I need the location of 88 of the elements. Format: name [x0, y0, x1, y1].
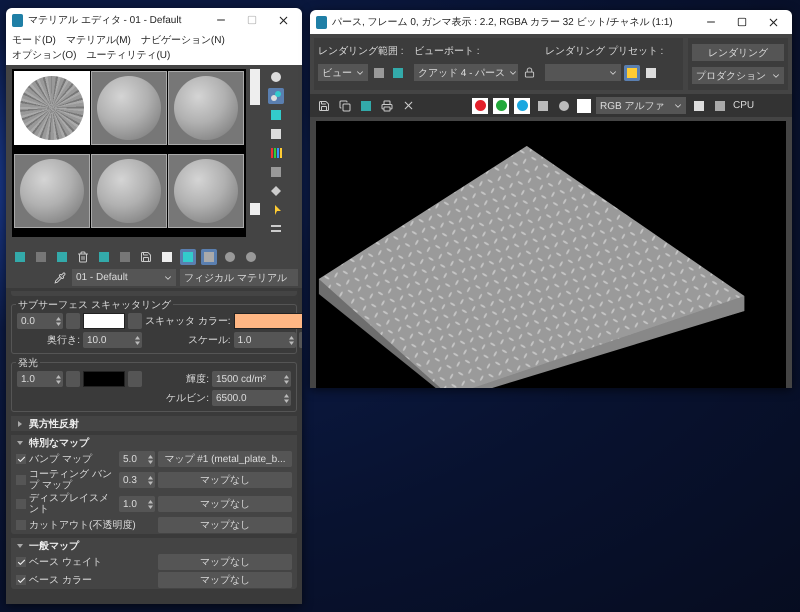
rollout-header[interactable]: 異方性反射: [11, 416, 297, 431]
map-label: コーティング バンプ マップ: [29, 469, 113, 491]
menu-item[interactable]: オプション(O): [12, 48, 76, 62]
amount-spinner[interactable]: 1.0: [119, 496, 155, 512]
field-label: ケルビン:: [165, 392, 209, 405]
map-label: ベース カラー: [29, 574, 93, 586]
depth-spinner[interactable]: 10.0: [83, 332, 142, 348]
copy-icon[interactable]: [337, 98, 353, 114]
color-swatch[interactable]: [83, 313, 125, 329]
save-icon[interactable]: [138, 249, 154, 265]
scroll-handle[interactable]: [250, 203, 260, 215]
material-slot[interactable]: [168, 71, 244, 145]
rollout-header[interactable]: 一般マップ: [11, 538, 297, 553]
field-label: 奥行き:: [46, 334, 80, 347]
color-swatch[interactable]: [234, 313, 302, 329]
viewport-dropdown[interactable]: クアッド 4 - パース: [414, 64, 518, 81]
window-title: マテリアル エディタ - 01 - Default: [28, 14, 182, 27]
menu-item[interactable]: ナビゲーション(N): [140, 33, 225, 47]
spinner-arrows-icon: [148, 476, 153, 484]
field-label: 輝度:: [185, 372, 209, 386]
color-swatch[interactable]: [83, 371, 125, 387]
material-slot[interactable]: [91, 154, 167, 228]
maximize-icon: [247, 15, 257, 25]
app-icon: [316, 16, 327, 28]
scroll-thumb[interactable]: [250, 69, 260, 105]
amount-spinner[interactable]: 1.0: [17, 371, 63, 387]
delete-icon[interactable]: [75, 249, 91, 265]
maximize-icon: [737, 17, 747, 27]
field-label: レンダリング範囲 :: [318, 45, 405, 58]
spinner-arrows-icon: [135, 336, 140, 344]
rollout-header[interactable]: 特別なマップ: [11, 435, 297, 450]
map-button[interactable]: マップなし: [158, 572, 292, 588]
render-button[interactable]: レンダリング: [692, 44, 784, 61]
checkbox[interactable]: [16, 575, 26, 585]
close-icon: [276, 14, 290, 26]
material-slot[interactable]: [168, 154, 244, 228]
square-icon[interactable]: [268, 126, 284, 142]
map-label: ディスプレイスメント: [29, 493, 110, 515]
field-label: レンダリング プリセット :: [545, 44, 664, 58]
render-mode-dropdown[interactable]: プロダクション: [692, 67, 784, 84]
field-label: スケール:: [186, 334, 231, 347]
amount-spinner[interactable]: 0.3: [119, 472, 155, 488]
display-channel-dropdown[interactable]: RGB アルファ: [596, 97, 686, 114]
spinner-arrows-icon: [148, 500, 153, 508]
close-icon: [766, 16, 780, 28]
map-button[interactable]: マップ #1 (metal_plate_b...: [158, 451, 292, 467]
color-swatch[interactable]: [577, 98, 591, 112]
map-button[interactable]: マップなし: [158, 517, 292, 533]
menu-item[interactable]: マテリアル(M): [66, 33, 131, 47]
luminance-spinner[interactable]: 1500 cd/m²: [212, 371, 291, 387]
menu-item[interactable]: モード(D): [12, 33, 56, 47]
material-type-button[interactable]: フィジカル マテリアル: [180, 269, 298, 286]
map-label: ベース ウェイト: [29, 556, 103, 568]
kelvin-spinner[interactable]: 6500.0: [212, 390, 291, 406]
spinner-arrows-icon: [56, 374, 61, 384]
spinner-arrows-icon: [284, 374, 289, 384]
map-label: バンプ マップ: [29, 454, 94, 464]
field-label: スキャッタ カラー:: [145, 315, 231, 328]
app-icon: [12, 14, 23, 26]
amount-spinner[interactable]: 5.0: [119, 451, 155, 467]
eyedropper-icon[interactable]: [52, 270, 68, 286]
spinner-arrows-icon: [288, 336, 294, 344]
field-label: ビューポート :: [414, 45, 481, 58]
engine-label: CPU: [733, 100, 754, 111]
amount-spinner[interactable]: 0.0: [17, 313, 63, 329]
map-button[interactable]: マップなし: [158, 554, 292, 570]
group-title: 発光: [16, 356, 40, 370]
group-title: サブサーフェス スキャッタリング: [16, 298, 173, 312]
material-slot[interactable]: [14, 154, 90, 228]
material-slot[interactable]: [91, 71, 167, 145]
spinner-arrows-icon: [148, 454, 153, 464]
window-title: パース, フレーム 0, ガンマ表示 : 2.2, RGBA カラー 32 ビット/チャネル (1:1): [332, 16, 674, 29]
area-dropdown[interactable]: ビュー: [318, 64, 368, 81]
material-name-field[interactable]: 01 - Default: [72, 269, 176, 286]
checkmark-icon: [16, 454, 26, 464]
print-icon[interactable]: [379, 98, 395, 114]
spheres-icon[interactable]: [268, 88, 284, 104]
scale-spinner[interactable]: 1.0: [234, 332, 296, 348]
spinner-arrows-icon: [56, 316, 61, 326]
map-button[interactable]: マップなし: [158, 472, 292, 488]
checkbox[interactable]: [16, 454, 26, 464]
map-button[interactable]: マップなし: [158, 496, 292, 512]
color-bars-icon[interactable]: [268, 145, 284, 161]
checkbox[interactable]: [16, 557, 26, 567]
menu-item[interactable]: ユーティリティ(U): [86, 48, 170, 62]
sphere-icon[interactable]: [268, 69, 284, 85]
map-label: カットアウト(不透明度): [29, 520, 137, 530]
spinner-arrows-icon: [284, 394, 289, 402]
